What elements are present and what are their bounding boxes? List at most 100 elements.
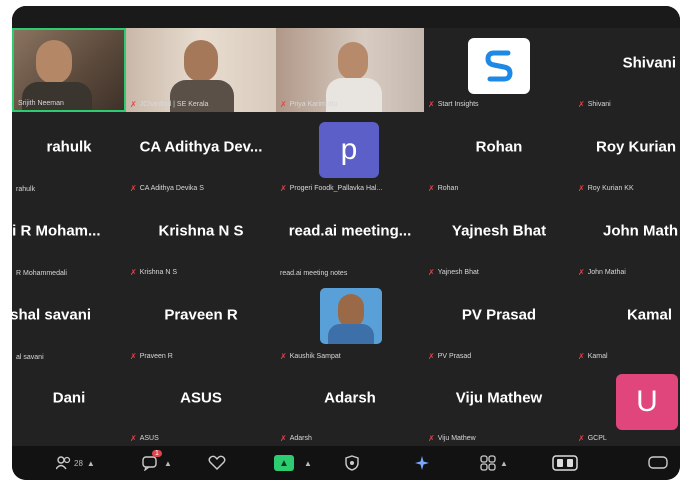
- participant-name: PV Prasad: [461, 306, 537, 324]
- participant-tile[interactable]: ASUS ✗ ASUS: [126, 364, 276, 446]
- participant-label: ✗ Shivani: [578, 100, 611, 109]
- chat-button[interactable]: 1 ▲: [142, 450, 172, 474]
- apps-button[interactable]: ▲: [480, 452, 508, 474]
- chevron-up-icon[interactable]: ▲: [304, 459, 312, 468]
- face: [338, 42, 368, 80]
- participant-tile[interactable]: ✗ Start Insights: [424, 28, 574, 112]
- participant-tile[interactable]: ishal savani al savani: [12, 280, 126, 364]
- layout-button[interactable]: [552, 452, 578, 474]
- participant-tile[interactable]: read.ai meeting... read.ai meeting notes: [276, 196, 424, 280]
- participant-tile[interactable]: ji R Moham... R Mohammedali: [12, 196, 126, 280]
- security-button[interactable]: [344, 452, 360, 474]
- mic-muted-icon: ✗: [578, 434, 585, 443]
- participant-label: ✗ GCPL: [578, 434, 607, 443]
- mic-muted-icon: ✗: [130, 268, 137, 277]
- participants-button[interactable]: 28 ▲: [56, 452, 95, 474]
- participant-label: ✗ Krishna N S: [130, 268, 178, 277]
- more-button[interactable]: [648, 452, 668, 474]
- participant-tile[interactable]: Srijith Neeman: [12, 28, 126, 112]
- participant-name: John Math: [603, 222, 678, 240]
- share-screen-button[interactable]: ▲ ▲: [274, 452, 312, 474]
- participant-name: Shivani: [622, 54, 676, 72]
- mic-muted-icon: ✗: [578, 352, 585, 361]
- heart-icon: [208, 455, 226, 470]
- apps-icon: [480, 455, 496, 471]
- mic-muted-icon: ✗: [428, 352, 435, 361]
- participant-label: Srijith Neeman: [18, 100, 64, 107]
- brand-logo: [468, 38, 530, 94]
- participant-label: ✗ Kaushik Sampat: [280, 352, 341, 361]
- participant-tile[interactable]: Viju Mathew ✗ Viju Mathew: [424, 364, 574, 446]
- participant-name: read.ai meeting...: [288, 222, 412, 240]
- participant-tile[interactable]: Shivani ✗ Shivani: [574, 28, 680, 112]
- sparkle-icon: [415, 456, 429, 470]
- participant-label: ✗ Progeri Foodk_Pallavka Hal...: [280, 184, 383, 193]
- participant-tile[interactable]: Adarsh ✗ Adarsh: [276, 364, 424, 446]
- chevron-up-icon[interactable]: ▲: [87, 459, 95, 468]
- participant-tile[interactable]: ✗ JChanthul | SE Kerala: [126, 28, 276, 112]
- body: [328, 324, 374, 344]
- top-bar: [12, 6, 680, 28]
- share-icon: ▲: [274, 455, 294, 471]
- participant-name: Dani: [52, 389, 86, 407]
- mic-muted-icon: ✗: [428, 434, 435, 443]
- mic-muted-icon: ✗: [130, 184, 137, 193]
- avatar: p: [319, 122, 379, 178]
- participant-label: ✗ Priya Karimuttu: [280, 100, 338, 109]
- mic-muted-icon: ✗: [130, 100, 137, 109]
- participant-tile[interactable]: John Math ✗ John Mathai: [574, 196, 680, 280]
- participant-name: ji R Moham...: [12, 222, 101, 240]
- participant-tile[interactable]: ✗ Kaushik Sampat: [276, 280, 424, 364]
- participant-name: ASUS: [180, 389, 222, 407]
- participant-tile[interactable]: p ✗ Progeri Foodk_Pallavka Hal...: [276, 112, 424, 196]
- mic-muted-icon: ✗: [578, 184, 585, 193]
- participant-label: ✗ Rohan: [428, 184, 459, 193]
- participant-label: ✗ Roy Kurian KK: [578, 184, 634, 193]
- participant-tile[interactable]: rahulk rahulk: [12, 112, 126, 196]
- participant-label: ✗ ASUS: [130, 434, 159, 443]
- participant-tile[interactable]: Dani: [12, 364, 126, 446]
- participant-name: Kamal: [626, 306, 672, 324]
- participant-name: Viju Mathew: [455, 389, 543, 407]
- body: [22, 82, 92, 110]
- chevron-up-icon[interactable]: ▲: [500, 459, 508, 468]
- mic-muted-icon: ✗: [130, 434, 137, 443]
- participant-label: ✗ Adarsh: [280, 434, 312, 443]
- shield-icon: [345, 455, 359, 471]
- participant-name: ishal savani: [12, 306, 92, 324]
- participant-tile[interactable]: ✗ Priya Karimuttu: [276, 28, 424, 112]
- participant-label: R Mohammedali: [16, 270, 67, 277]
- react-button[interactable]: [208, 452, 226, 474]
- mic-muted-icon: ✗: [280, 100, 287, 109]
- participant-label: al savani: [16, 354, 44, 361]
- participant-label: ✗ CA Adithya Devika S: [130, 184, 204, 193]
- mic-muted-icon: ✗: [280, 184, 287, 193]
- participant-tile[interactable]: Rohan ✗ Rohan: [424, 112, 574, 196]
- participant-tile[interactable]: Roy Kurian ✗ Roy Kurian KK: [574, 112, 680, 196]
- participant-name: Adarsh: [324, 389, 376, 407]
- ai-companion-button[interactable]: [414, 452, 430, 474]
- chevron-up-icon[interactable]: ▲: [164, 459, 172, 468]
- meeting-toolbar: 28 ▲ 1 ▲ ▲ ▲ ▲: [12, 446, 680, 480]
- face: [338, 294, 364, 328]
- mic-muted-icon: ✗: [428, 100, 435, 109]
- participant-tile[interactable]: Praveen R ✗ Praveen R: [126, 280, 276, 364]
- participant-name: Krishna N S: [158, 222, 244, 240]
- participant-tile[interactable]: CA Adithya Dev... ✗ CA Adithya Devika S: [126, 112, 276, 196]
- participant-tile[interactable]: Krishna N S ✗ Krishna N S: [126, 196, 276, 280]
- participant-tile[interactable]: Kamal ✗ Kamal: [574, 280, 680, 364]
- avatar: [320, 288, 382, 344]
- participant-label: ✗ Yajnesh Bhat: [428, 268, 479, 277]
- participants-icon: [56, 456, 71, 470]
- participants-count: 28: [74, 458, 83, 468]
- participant-tile[interactable]: U ✗ GCPL: [574, 364, 680, 446]
- participant-label: ✗ John Mathai: [578, 268, 626, 277]
- chat-badge: 1: [152, 450, 162, 457]
- face: [36, 40, 72, 84]
- participant-label: ✗ Praveen R: [130, 352, 173, 361]
- mic-muted-icon: ✗: [130, 352, 137, 361]
- participant-tile[interactable]: Yajnesh Bhat ✗ Yajnesh Bhat: [424, 196, 574, 280]
- chat-icon: [142, 456, 157, 471]
- participant-tile[interactable]: PV Prasad ✗ PV Prasad: [424, 280, 574, 364]
- layout-icon: [552, 455, 578, 471]
